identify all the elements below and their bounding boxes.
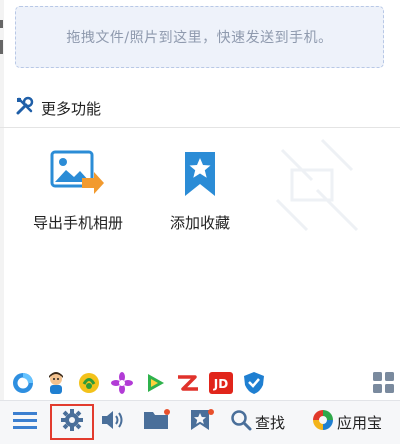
bottom-toolbar: 查找 应用宝 (0, 400, 400, 444)
shopping-app-icon[interactable] (175, 370, 201, 396)
app-store-button[interactable]: 应用宝 (312, 407, 398, 437)
settings-button[interactable] (50, 404, 94, 440)
bookmark-star-icon (182, 150, 218, 202)
svg-text:JD: JD (213, 377, 228, 391)
video-play-app-icon[interactable] (142, 370, 168, 396)
menu-button[interactable] (10, 407, 40, 437)
folder-button[interactable] (140, 407, 172, 437)
tools-icon (15, 96, 35, 120)
flower-app-icon[interactable] (109, 370, 135, 396)
export-photo-icon (50, 150, 106, 202)
search-label: 查找 (255, 413, 286, 432)
security-shield-app-icon[interactable] (241, 370, 267, 396)
favorites-button[interactable] (184, 407, 216, 437)
music-app-icon[interactable] (76, 370, 102, 396)
notification-dot (208, 409, 214, 415)
app-store-icon (312, 409, 334, 435)
more-functions-title: 更多功能 (41, 99, 102, 118)
file-drop-zone[interactable]: 拖拽文件/照片到这里，快速发送到手机。 (15, 6, 384, 68)
browser-app-icon[interactable] (10, 370, 36, 396)
gear-icon (61, 409, 83, 435)
cartoon-game-app-icon[interactable] (43, 370, 69, 396)
hamburger-menu-icon (13, 410, 37, 434)
app-store-label: 应用宝 (337, 413, 383, 432)
add-favorite-label: 添加收藏 (169, 214, 230, 232)
jd-app-icon[interactable]: JD (208, 370, 234, 396)
search-icon (230, 409, 252, 435)
section-divider (0, 127, 400, 128)
app-grid-icon[interactable] (372, 371, 396, 395)
drop-zone-hint: 拖拽文件/照片到这里，快速发送到手机。 (66, 30, 333, 46)
more-functions-header: 更多功能 (15, 96, 101, 120)
add-favorite-button[interactable]: 添加收藏 (150, 150, 250, 233)
search-button[interactable]: 查找 (230, 407, 300, 437)
watermark-graphic (262, 130, 372, 250)
speaker-icon (100, 409, 126, 435)
volume-button[interactable] (98, 407, 128, 437)
app-shortcuts-row: JD (10, 370, 267, 396)
export-phone-album-label: 导出手机相册 (32, 214, 123, 232)
notification-dot (164, 409, 170, 415)
left-edge-strip (0, 0, 4, 443)
export-phone-album-button[interactable]: 导出手机相册 (24, 150, 132, 233)
